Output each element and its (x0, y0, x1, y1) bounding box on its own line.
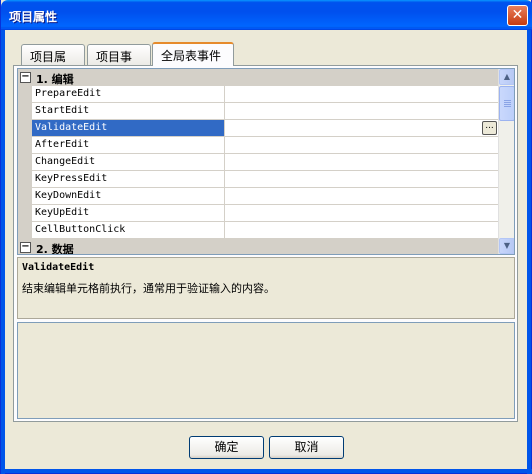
property-value[interactable] (225, 171, 499, 188)
property-grid: − 1. 编辑 PrepareEdit StartEdit ValidateEd… (17, 68, 515, 255)
close-icon[interactable]: ✕ (507, 5, 528, 26)
property-row-keydownedit[interactable]: KeyDownEdit (18, 188, 499, 205)
property-name[interactable]: PrepareEdit (32, 86, 225, 103)
property-row-keypressedit[interactable]: KeyPressEdit (18, 171, 499, 188)
vertical-scrollbar[interactable]: ▲ ▼ (498, 69, 514, 254)
property-row-afteredit[interactable]: AfterEdit (18, 137, 499, 154)
chevron-down-icon[interactable]: ▼ (499, 238, 514, 254)
description-pane: ValidateEdit 结束编辑单元格前执行，通常用于验证输入的内容。 (17, 257, 515, 319)
category-data[interactable]: − 2. 数据 (18, 239, 499, 255)
chevron-up-icon[interactable]: ▲ (499, 69, 514, 85)
window-title: 项目属性 (9, 10, 58, 24)
frame-left (1, 30, 5, 474)
property-value[interactable] (225, 86, 499, 103)
scrollbar-thumb[interactable] (499, 86, 514, 121)
category-edit[interactable]: − 1. 编辑 (18, 69, 499, 86)
property-value[interactable] (225, 154, 499, 171)
category-label: 1. 编辑 (36, 73, 74, 86)
property-name[interactable]: ValidateEdit (32, 120, 225, 137)
title-bar[interactable]: 项目属性 ✕ (1, 0, 532, 30)
property-name[interactable]: CellButtonClick (32, 222, 225, 239)
property-name[interactable]: ChangeEdit (32, 154, 225, 171)
frame-right (527, 30, 531, 474)
property-value[interactable] (225, 205, 499, 222)
properties-dialog: 项目属性 ✕ 项目属性 项目事件 全局表事件 − 1. 编辑 PrepareEd… (0, 0, 532, 474)
minus-box-icon[interactable]: − (20, 242, 31, 253)
property-value[interactable] (225, 103, 499, 120)
minus-box-icon[interactable]: − (20, 72, 31, 83)
property-name[interactable]: KeyDownEdit (32, 188, 225, 205)
category-label: 2. 数据 (36, 243, 74, 255)
property-value[interactable] (225, 222, 499, 239)
property-value[interactable]: ... (225, 120, 499, 137)
ellipsis-icon[interactable]: ... (482, 121, 497, 135)
code-editor-area[interactable] (17, 322, 515, 419)
tab-panel: − 1. 编辑 PrepareEdit StartEdit ValidateEd… (13, 65, 518, 422)
cancel-button[interactable]: 取消 (269, 436, 344, 459)
ok-button[interactable]: 确定 (189, 436, 264, 459)
property-name[interactable]: StartEdit (32, 103, 225, 120)
property-name[interactable]: AfterEdit (32, 137, 225, 154)
property-row-keyupedit[interactable]: KeyUpEdit (18, 205, 499, 222)
description-text: 结束编辑单元格前执行，通常用于验证输入的内容。 (22, 282, 275, 295)
frame-bottom (1, 469, 532, 473)
property-value[interactable] (225, 137, 499, 154)
tab-project-events[interactable]: 项目事件 (87, 44, 151, 81)
property-name[interactable]: KeyUpEdit (32, 205, 225, 222)
property-row-cellbuttonclick[interactable]: CellButtonClick (18, 222, 499, 239)
tab-project-properties[interactable]: 项目属性 (21, 44, 85, 81)
property-name[interactable]: KeyPressEdit (32, 171, 225, 188)
property-row-changeedit[interactable]: ChangeEdit (18, 154, 499, 171)
property-row-startedit[interactable]: StartEdit (18, 103, 499, 120)
property-value[interactable] (225, 188, 499, 205)
tab-global-table-events[interactable]: 全局表事件 (152, 42, 234, 66)
property-row-validateedit[interactable]: ValidateEdit ... (18, 120, 499, 137)
property-row-prepareedit[interactable]: PrepareEdit (18, 86, 499, 103)
description-title: ValidateEdit (22, 262, 95, 273)
